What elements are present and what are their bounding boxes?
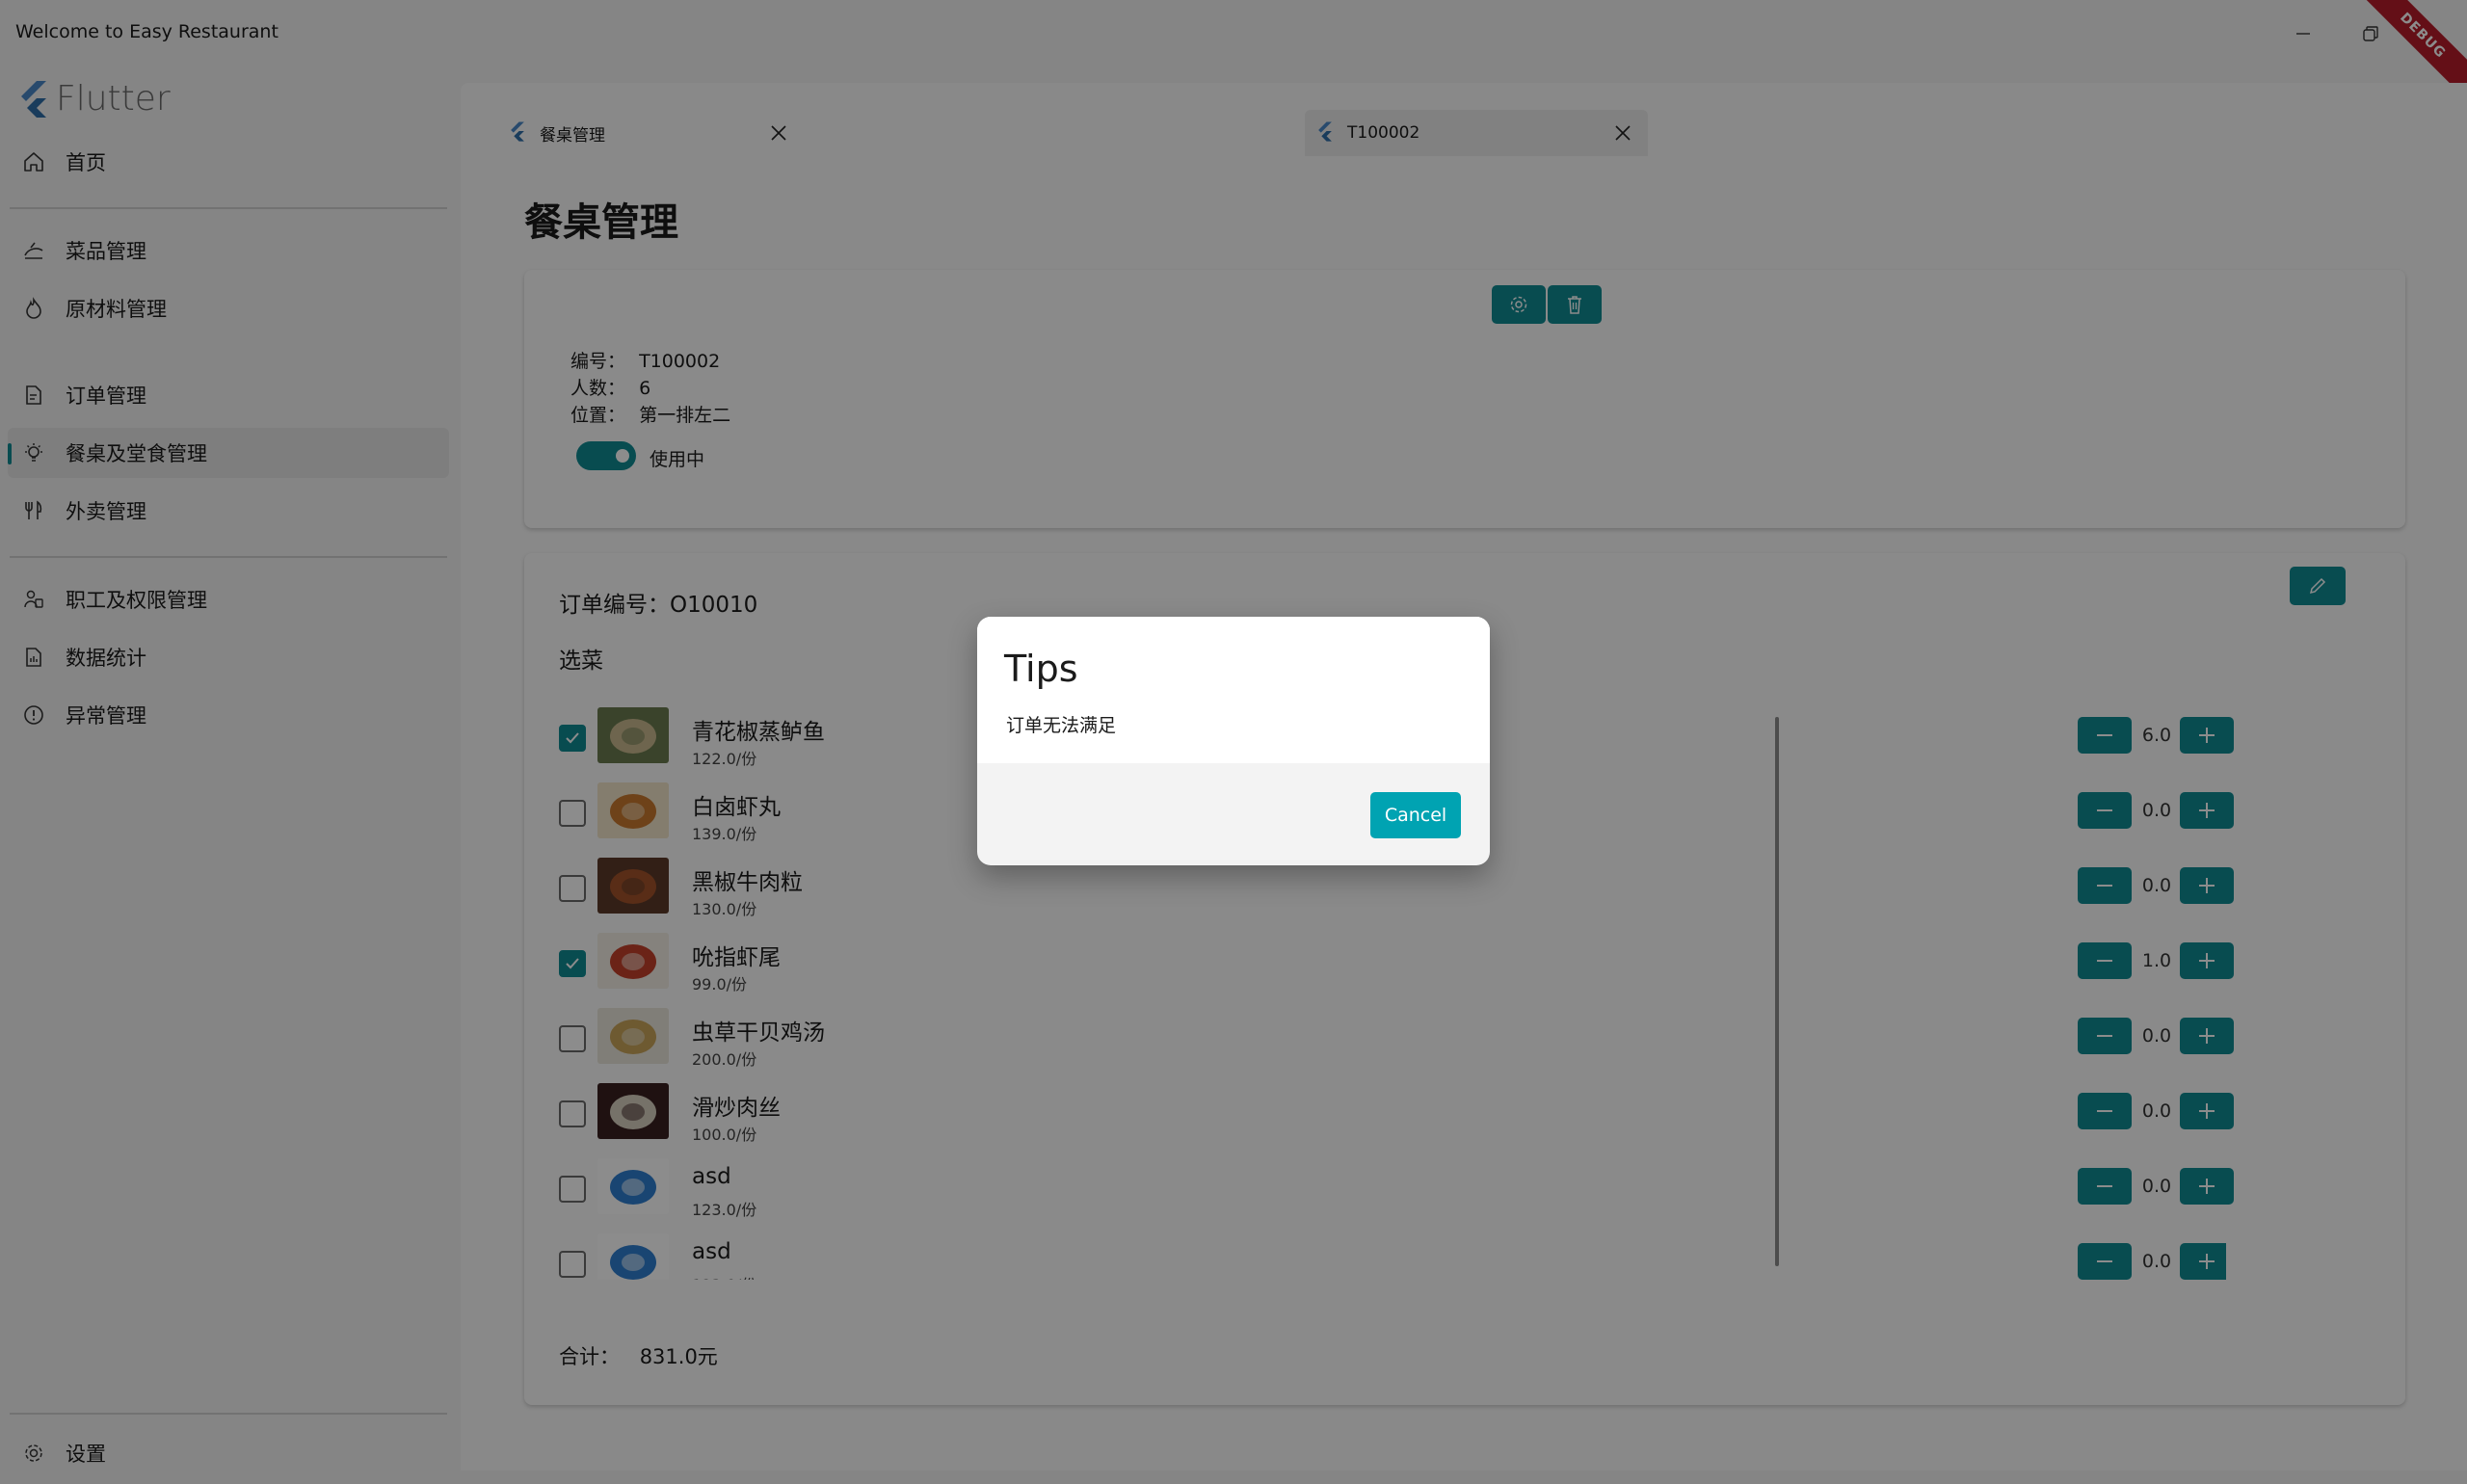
dialog-message: 订单无法满足	[1006, 715, 1117, 736]
cancel-button[interactable]: Cancel	[1370, 792, 1461, 838]
dialog-body: Tips 订单无法满足	[977, 617, 1490, 763]
dialog-title: Tips	[1004, 648, 1078, 690]
tips-dialog: Tips 订单无法满足 Cancel	[977, 617, 1490, 865]
